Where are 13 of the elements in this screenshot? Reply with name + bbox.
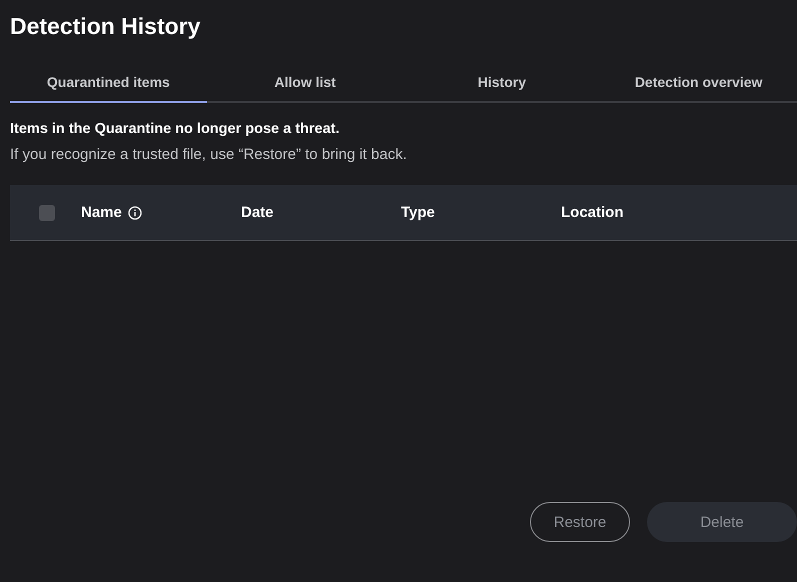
column-header[interactable]: Name (81, 204, 122, 221)
column-header[interactable]: Location (561, 204, 624, 221)
column-header[interactable]: Type (401, 204, 435, 221)
column-header[interactable]: Date (241, 204, 274, 221)
tab[interactable]: Quarantined items (10, 68, 207, 103)
tab[interactable]: Detection overview (600, 68, 797, 103)
intro-heading: Items in the Quarantine no longer pose a threat. (10, 121, 340, 137)
tab[interactable]: Allow list (206, 68, 404, 103)
intro-text: If you recognize a trusted file, use “Restore” to bring it back. (10, 146, 407, 163)
window-title: Detection History (10, 13, 200, 40)
info-icon[interactable] (128, 206, 142, 220)
tab[interactable]: History (404, 68, 600, 103)
select-all-checkbox[interactable] (38, 204, 54, 220)
